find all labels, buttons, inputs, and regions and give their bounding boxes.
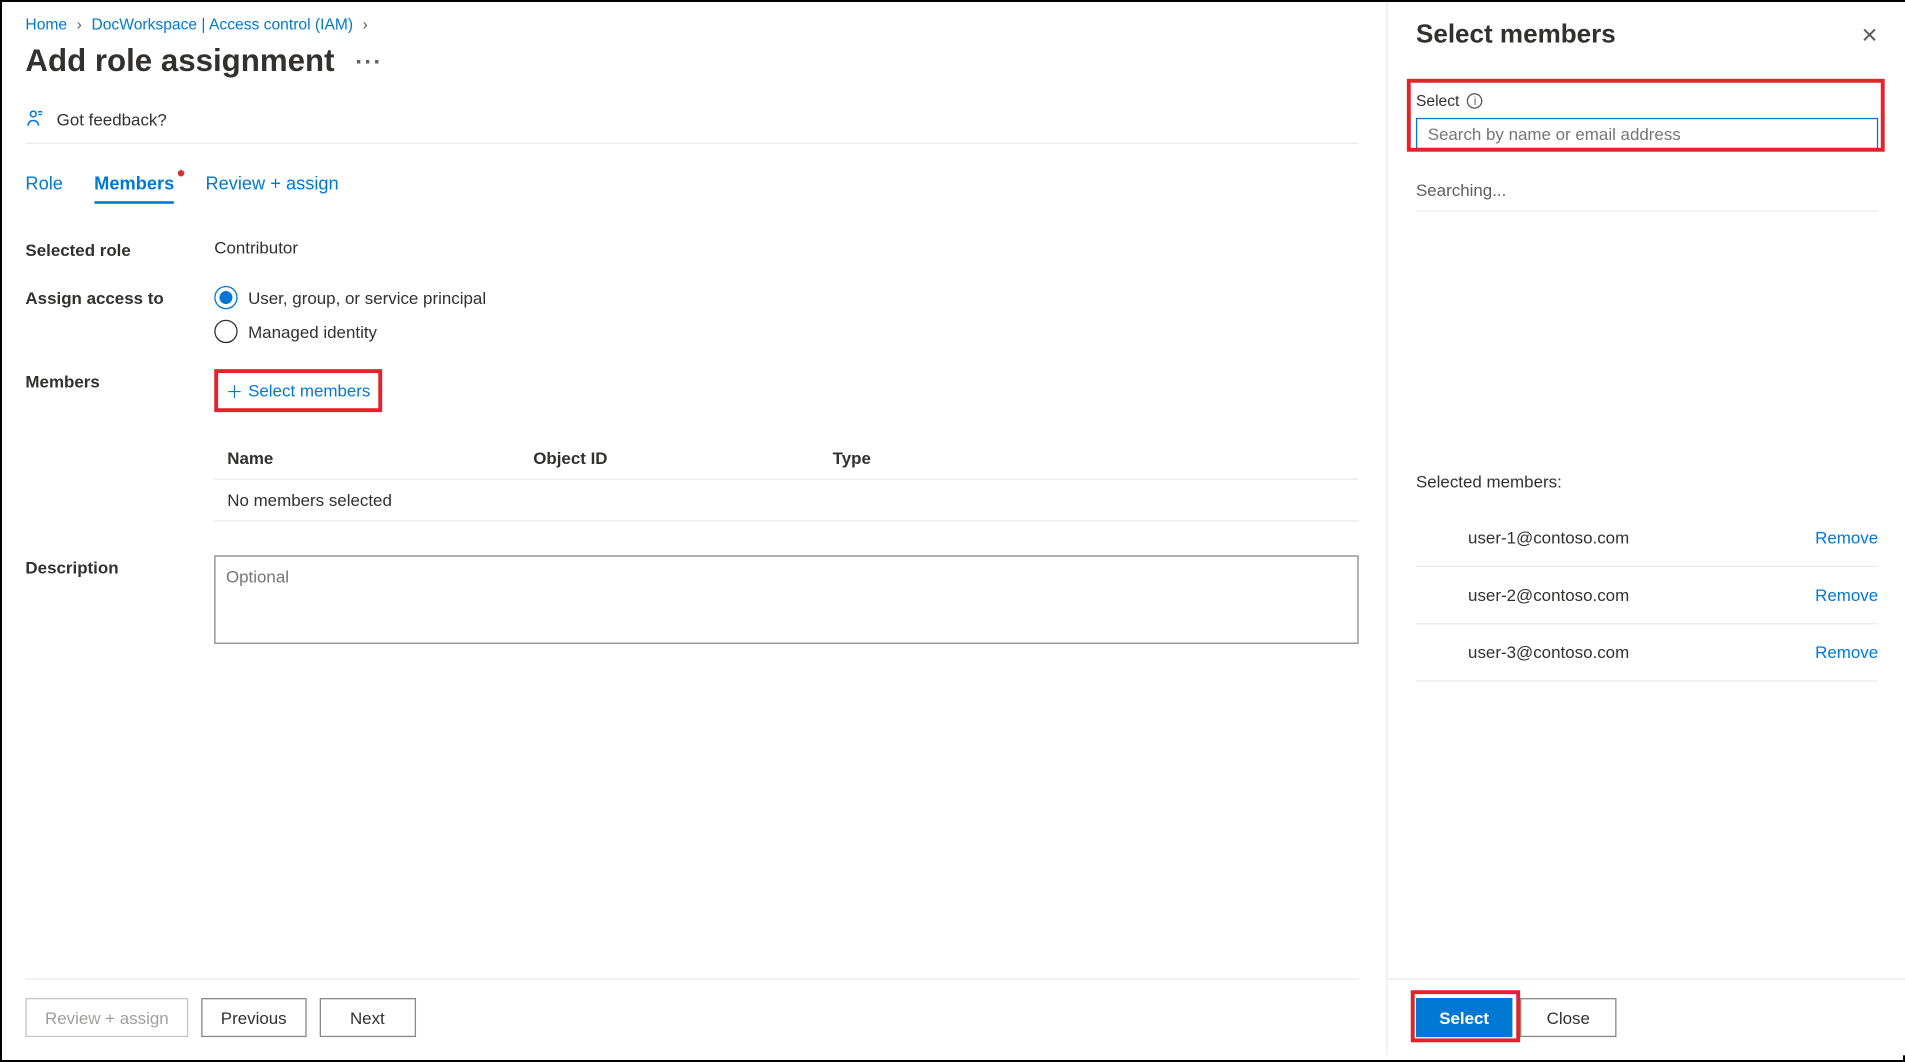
search-input[interactable] [1416,118,1878,149]
col-header-name: Name [227,449,533,469]
selected-members-list: user-1@contoso.com Remove user-2@contoso… [1416,510,1878,682]
review-assign-button[interactable]: Review + assign [25,998,188,1037]
remove-member-link[interactable]: Remove [1815,528,1878,548]
panel-title: Select members [1416,20,1616,50]
feedback-link[interactable]: Got feedback? [25,109,1358,144]
tabs: Role Members Review + assign [25,173,1358,204]
col-header-object-id: Object ID [533,449,832,469]
close-button[interactable]: Close [1520,998,1616,1037]
select-members-link-label: Select members [248,381,370,401]
selected-role-value: Contributor [214,238,1358,258]
selected-role-label: Selected role [25,238,214,260]
select-members-panel: Select members ✕ Select i Searching... S… [1386,2,1905,1055]
members-table-header: Name Object ID Type [214,438,1358,480]
members-label: Members [25,369,214,391]
assign-access-label: Assign access to [25,286,214,308]
radio-icon-checked [214,286,237,309]
selected-member-email: user-3@contoso.com [1468,643,1629,663]
tab-members[interactable]: Members [94,173,174,204]
radio-user-group-sp[interactable]: User, group, or service principal [214,286,1358,309]
select-label: Select [1416,92,1459,110]
previous-button[interactable]: Previous [201,998,306,1037]
remove-member-link[interactable]: Remove [1815,643,1878,663]
tab-review-assign[interactable]: Review + assign [205,173,338,204]
tab-members-label: Members [94,173,174,194]
selected-member-item: user-1@contoso.com Remove [1416,510,1878,567]
chevron-right-icon: › [77,15,82,33]
plus-icon: ＋ [226,378,243,403]
selected-member-item: user-2@contoso.com Remove [1416,567,1878,624]
next-button[interactable]: Next [319,998,415,1037]
tab-role[interactable]: Role [25,173,62,204]
radio-user-label: User, group, or service principal [248,288,486,308]
wizard-bottom-bar: Review + assign Previous Next [25,979,1358,1038]
searching-status: Searching... [1416,180,1878,211]
selected-member-item: user-3@contoso.com Remove [1416,624,1878,681]
select-button[interactable]: Select [1416,998,1512,1037]
panel-bottom-bar: Select Close [1387,979,1905,1056]
radio-managed-label: Managed identity [248,322,377,342]
description-input[interactable] [214,555,1358,644]
selected-members-label: Selected members: [1416,472,1878,492]
feedback-person-icon [25,109,46,130]
selected-member-email: user-1@contoso.com [1468,528,1629,548]
feedback-label: Got feedback? [57,109,167,129]
more-actions-icon[interactable]: ··· [355,48,382,75]
col-header-type: Type [833,449,1346,469]
select-members-link[interactable]: ＋ Select members [214,369,382,412]
selected-member-email: user-2@contoso.com [1468,585,1629,605]
info-icon[interactable]: i [1467,93,1483,109]
remove-member-link[interactable]: Remove [1815,585,1878,605]
breadcrumb-home[interactable]: Home [25,15,67,33]
radio-managed-identity[interactable]: Managed identity [214,320,1358,343]
tab-members-indicator [178,170,185,177]
page-title: Add role assignment [25,44,334,80]
breadcrumb-workspace[interactable]: DocWorkspace | Access control (IAM) [91,15,353,33]
radio-icon-unchecked [214,320,237,343]
chevron-right-icon: › [363,15,368,33]
close-icon[interactable]: ✕ [1861,22,1878,48]
breadcrumb: Home › DocWorkspace | Access control (IA… [25,2,1358,33]
members-table-empty: No members selected [214,480,1358,522]
main-content: Home › DocWorkspace | Access control (IA… [2,2,1382,1055]
description-label: Description [25,555,214,644]
